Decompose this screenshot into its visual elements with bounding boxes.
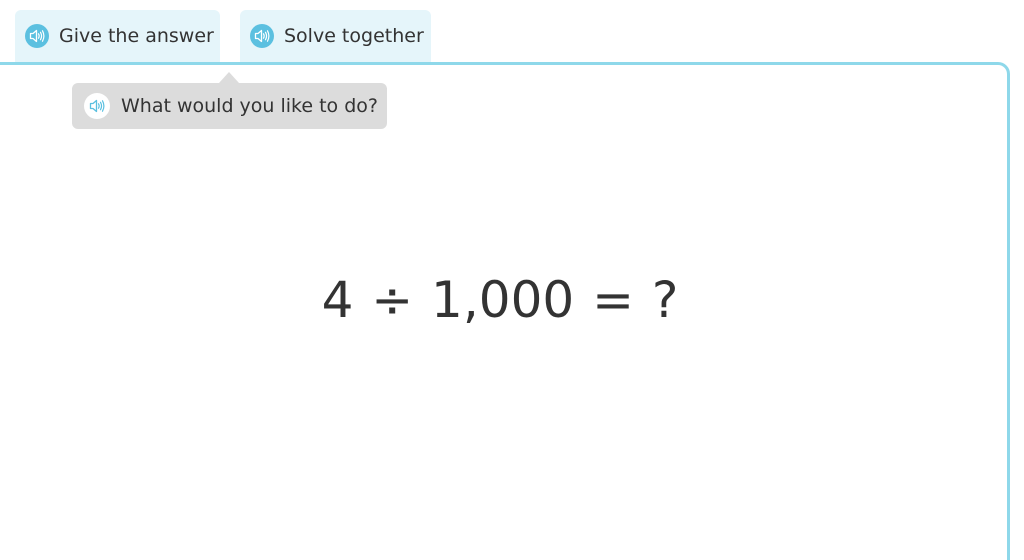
tab-give-the-answer[interactable]: Give the answer [15,10,220,66]
speaker-icon[interactable] [250,24,274,48]
speaker-icon[interactable] [84,93,110,119]
tab-solve-together[interactable]: Solve together [240,10,431,66]
problem-equation: 4 ÷ 1,000 = ? [321,271,679,329]
prompt-text: What would you like to do? [121,95,378,117]
speaker-icon[interactable] [25,24,49,48]
activity-screen: Give the answer Solve together What woul… [0,0,1024,560]
prompt-bubble: What would you like to do? [72,72,387,129]
tab-label: Give the answer [59,25,214,47]
tab-label: Solve together [284,25,424,47]
